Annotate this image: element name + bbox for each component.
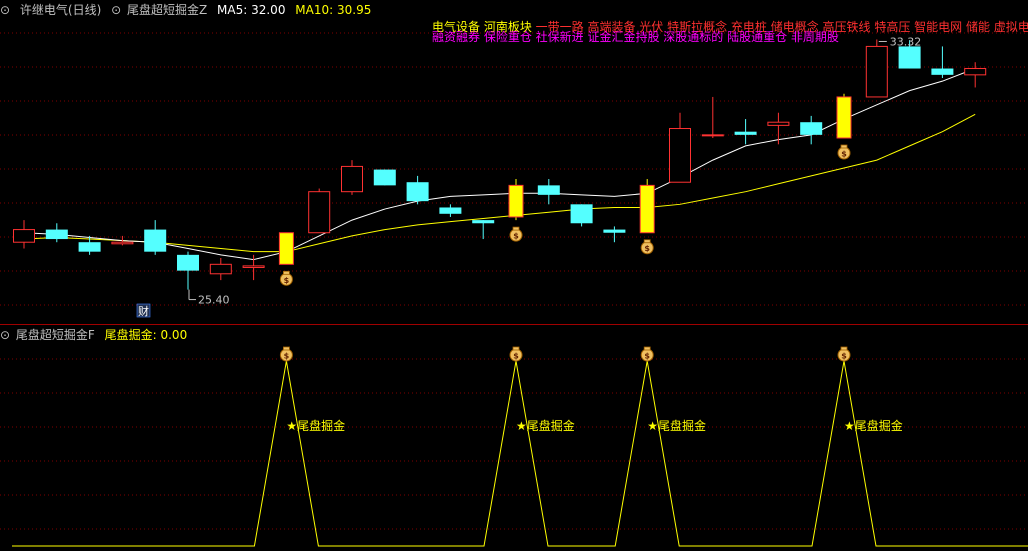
candle[interactable] <box>78 242 101 252</box>
candle[interactable] <box>209 263 232 275</box>
candle[interactable] <box>45 229 68 240</box>
candle[interactable] <box>144 229 167 252</box>
candle[interactable] <box>767 121 790 126</box>
money-bag-icon-glyph: $ <box>513 232 519 241</box>
money-bag-icon-tie <box>512 346 520 351</box>
signal-line <box>12 360 1028 547</box>
candle[interactable] <box>669 128 691 183</box>
money-bag-icon-tie <box>282 270 290 275</box>
candle[interactable] <box>701 134 724 137</box>
candle[interactable] <box>406 182 429 202</box>
money-bag-icon-glyph: $ <box>513 352 519 361</box>
money-bag-icon-glyph: $ <box>644 352 650 361</box>
candle-signal[interactable] <box>639 184 655 234</box>
signal-label: ★尾盘掘金 <box>286 418 345 433</box>
signal-label: ★尾盘掘金 <box>516 418 575 433</box>
candle[interactable] <box>308 191 331 234</box>
candle[interactable] <box>111 241 134 245</box>
candle[interactable] <box>964 68 987 76</box>
money-bag-icon-glyph: $ <box>841 150 847 159</box>
kline-chart[interactable]: $ $ $ $33.32 25.40 财 $ ★尾盘掘金 $ ★尾盘掘金 $ ★尾盘掘金 $ ★尾盘掘金 <box>0 0 1028 551</box>
low-price-label: 25.40 <box>198 294 230 307</box>
candle[interactable] <box>537 185 560 195</box>
candle[interactable] <box>603 229 626 233</box>
candle-signal[interactable] <box>836 96 852 139</box>
candle-signal[interactable] <box>278 232 294 265</box>
money-bag-icon-glyph: $ <box>841 352 847 361</box>
candle[interactable] <box>439 207 462 214</box>
money-bag-icon-tie <box>512 226 520 231</box>
money-bag-icon-tie <box>282 346 290 351</box>
money-bag-icon-tie <box>840 144 848 149</box>
candle[interactable] <box>865 45 888 98</box>
candle[interactable] <box>242 265 265 268</box>
money-bag-icon-glyph: $ <box>644 244 650 253</box>
candle[interactable] <box>177 254 199 271</box>
candle[interactable] <box>931 68 954 75</box>
money-bag-icon-glyph: $ <box>284 352 290 361</box>
finance-marker[interactable]: 财 <box>138 304 149 318</box>
candle-signal[interactable] <box>508 184 524 218</box>
candle[interactable] <box>472 220 495 224</box>
money-bag-icon-tie <box>643 346 651 351</box>
candle[interactable] <box>734 131 757 135</box>
ma5-line <box>23 68 976 261</box>
candle[interactable] <box>341 165 363 193</box>
candle[interactable] <box>13 229 35 243</box>
candle[interactable] <box>373 169 396 186</box>
signal-label: ★尾盘掘金 <box>647 418 706 433</box>
candle[interactable] <box>898 46 921 69</box>
money-bag-icon-glyph: $ <box>284 276 290 285</box>
money-bag-icon-tie <box>840 346 848 351</box>
money-bag-icon-tie <box>643 239 651 244</box>
candle[interactable] <box>800 122 823 135</box>
high-price-label: 33.32 <box>890 35 922 48</box>
candle[interactable] <box>570 204 593 224</box>
signal-label: ★尾盘掘金 <box>844 418 903 433</box>
